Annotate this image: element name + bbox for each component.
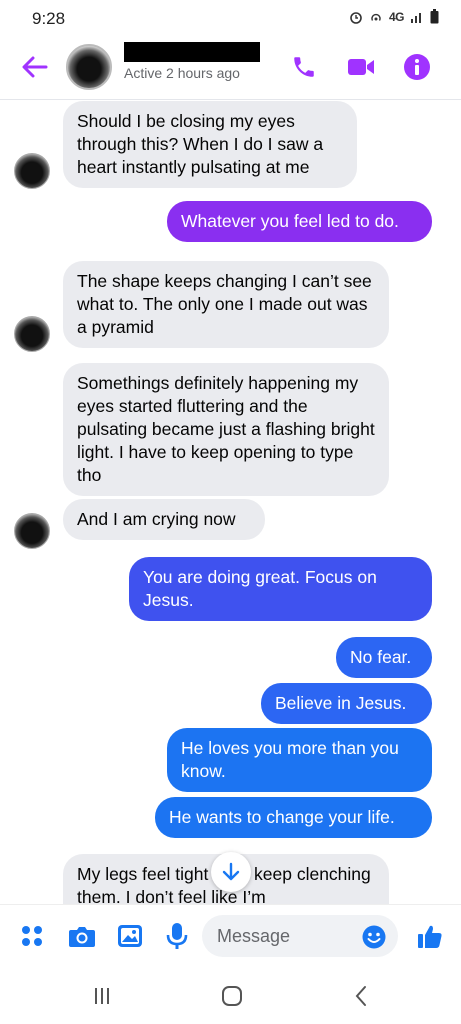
microphone-icon — [166, 923, 188, 949]
contact-avatar[interactable] — [66, 44, 112, 90]
recent-apps-button[interactable] — [87, 984, 117, 1008]
message-bubble-outgoing[interactable]: Believe in Jesus. — [261, 683, 432, 724]
alarm-icon — [350, 11, 362, 24]
contact-active-status: Active 2 hours ago — [124, 65, 240, 81]
info-button[interactable] — [402, 52, 432, 82]
video-call-button[interactable] — [346, 52, 376, 82]
status-icons: 4G — [349, 9, 439, 24]
back-button[interactable] — [18, 50, 52, 84]
back-arrow-icon — [22, 56, 48, 78]
camera-button[interactable] — [68, 922, 96, 950]
home-button[interactable] — [217, 984, 247, 1008]
phone-icon — [294, 57, 314, 77]
emoji-button[interactable] — [362, 925, 386, 949]
network-type: 4G — [388, 9, 405, 24]
recent-apps-icon — [95, 988, 109, 1004]
voice-record-button[interactable] — [163, 922, 191, 950]
more-actions-button[interactable] — [18, 922, 46, 950]
hotspot-icon — [371, 13, 381, 21]
call-button[interactable] — [289, 52, 319, 82]
info-icon — [404, 54, 430, 80]
message-bubble-outgoing[interactable]: He wants to change your life. — [155, 797, 432, 838]
back-nav-button[interactable] — [346, 984, 376, 1008]
message-bubble-outgoing[interactable]: You are doing great. Focus on Jesus. — [129, 557, 432, 621]
video-camera-icon — [348, 59, 374, 75]
system-navigation-bar — [0, 966, 461, 1024]
message-bubble-incoming[interactable]: The shape keeps changing I can’t see wha… — [63, 261, 389, 348]
message-bubble-outgoing[interactable]: Whatever you feel led to do. — [167, 201, 432, 242]
thumbs-up-icon — [418, 925, 442, 948]
menu-dots-icon — [22, 926, 42, 946]
like-button[interactable] — [416, 922, 444, 950]
emoji-icon — [362, 925, 386, 949]
scroll-down-button[interactable] — [211, 852, 251, 892]
camera-icon — [69, 927, 95, 947]
sender-avatar[interactable] — [14, 513, 50, 549]
signal-icon — [411, 13, 421, 23]
message-bubble-outgoing[interactable]: No fear. — [336, 637, 432, 678]
scroll-down-arrow-icon — [222, 862, 240, 881]
battery-icon — [430, 9, 439, 24]
message-bubble-outgoing[interactable]: He loves you more than you know. — [167, 728, 432, 792]
gallery-button[interactable] — [116, 922, 144, 950]
redacted-contact-name — [124, 42, 260, 62]
conversation-header: Active 2 hours ago — [0, 36, 461, 100]
status-bar: 9:28 4G — [0, 0, 461, 36]
message-bubble-incoming[interactable]: Somethings definitely happening my eyes … — [63, 363, 389, 496]
message-bubble-incoming[interactable]: And I am crying now — [63, 499, 265, 540]
gallery-icon — [118, 925, 142, 947]
status-time: 9:28 — [32, 9, 66, 28]
back-chevron-icon — [355, 986, 366, 1006]
sender-avatar[interactable] — [14, 316, 50, 352]
sender-avatar[interactable] — [14, 153, 50, 189]
home-icon — [222, 986, 242, 1006]
message-bubble-incoming[interactable]: Should I be closing my eyes through this… — [63, 101, 357, 188]
message-composer — [0, 904, 461, 966]
